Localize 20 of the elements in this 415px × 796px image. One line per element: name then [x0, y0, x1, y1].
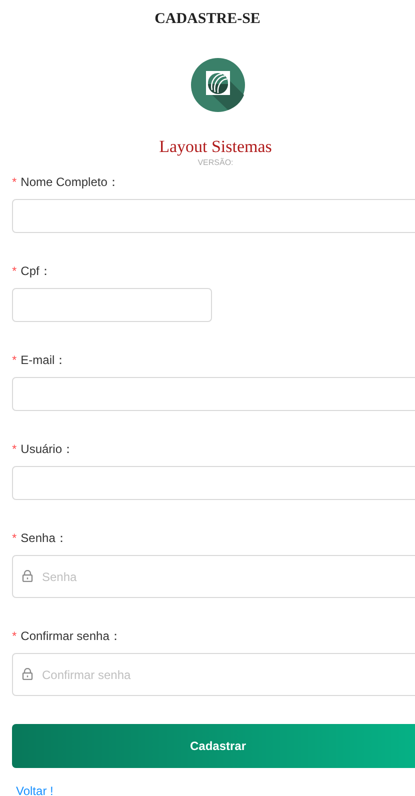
input-field[interactable]: [12, 466, 415, 500]
input-field[interactable]: [12, 377, 415, 411]
field-label: * E-mail：: [12, 352, 67, 369]
password-field[interactable]: Senha: [12, 555, 415, 598]
field-label: * Senha：: [12, 530, 68, 547]
version-text: VERSÃO:: [198, 157, 234, 169]
page-title: CADASTRE-SE: [154, 10, 260, 29]
submit-button[interactable]: Cadastrar: [12, 724, 415, 768]
input-field[interactable]: [12, 199, 415, 233]
password-field[interactable]: Confirmar senha: [12, 653, 415, 696]
back-link[interactable]: Voltar !: [16, 782, 54, 796]
lock-icon: [22, 570, 33, 582]
logo-icon: [190, 57, 246, 113]
lock-icon: [22, 668, 33, 680]
field-label: * Usuário：: [12, 441, 74, 458]
field-label: * Cpf：: [12, 263, 52, 280]
input-field[interactable]: [12, 288, 212, 322]
field-label: * Nome Completo：: [12, 174, 120, 191]
brand-name: Layout Sistemas: [159, 137, 272, 157]
field-label: * Confirmar senha：: [12, 628, 122, 645]
